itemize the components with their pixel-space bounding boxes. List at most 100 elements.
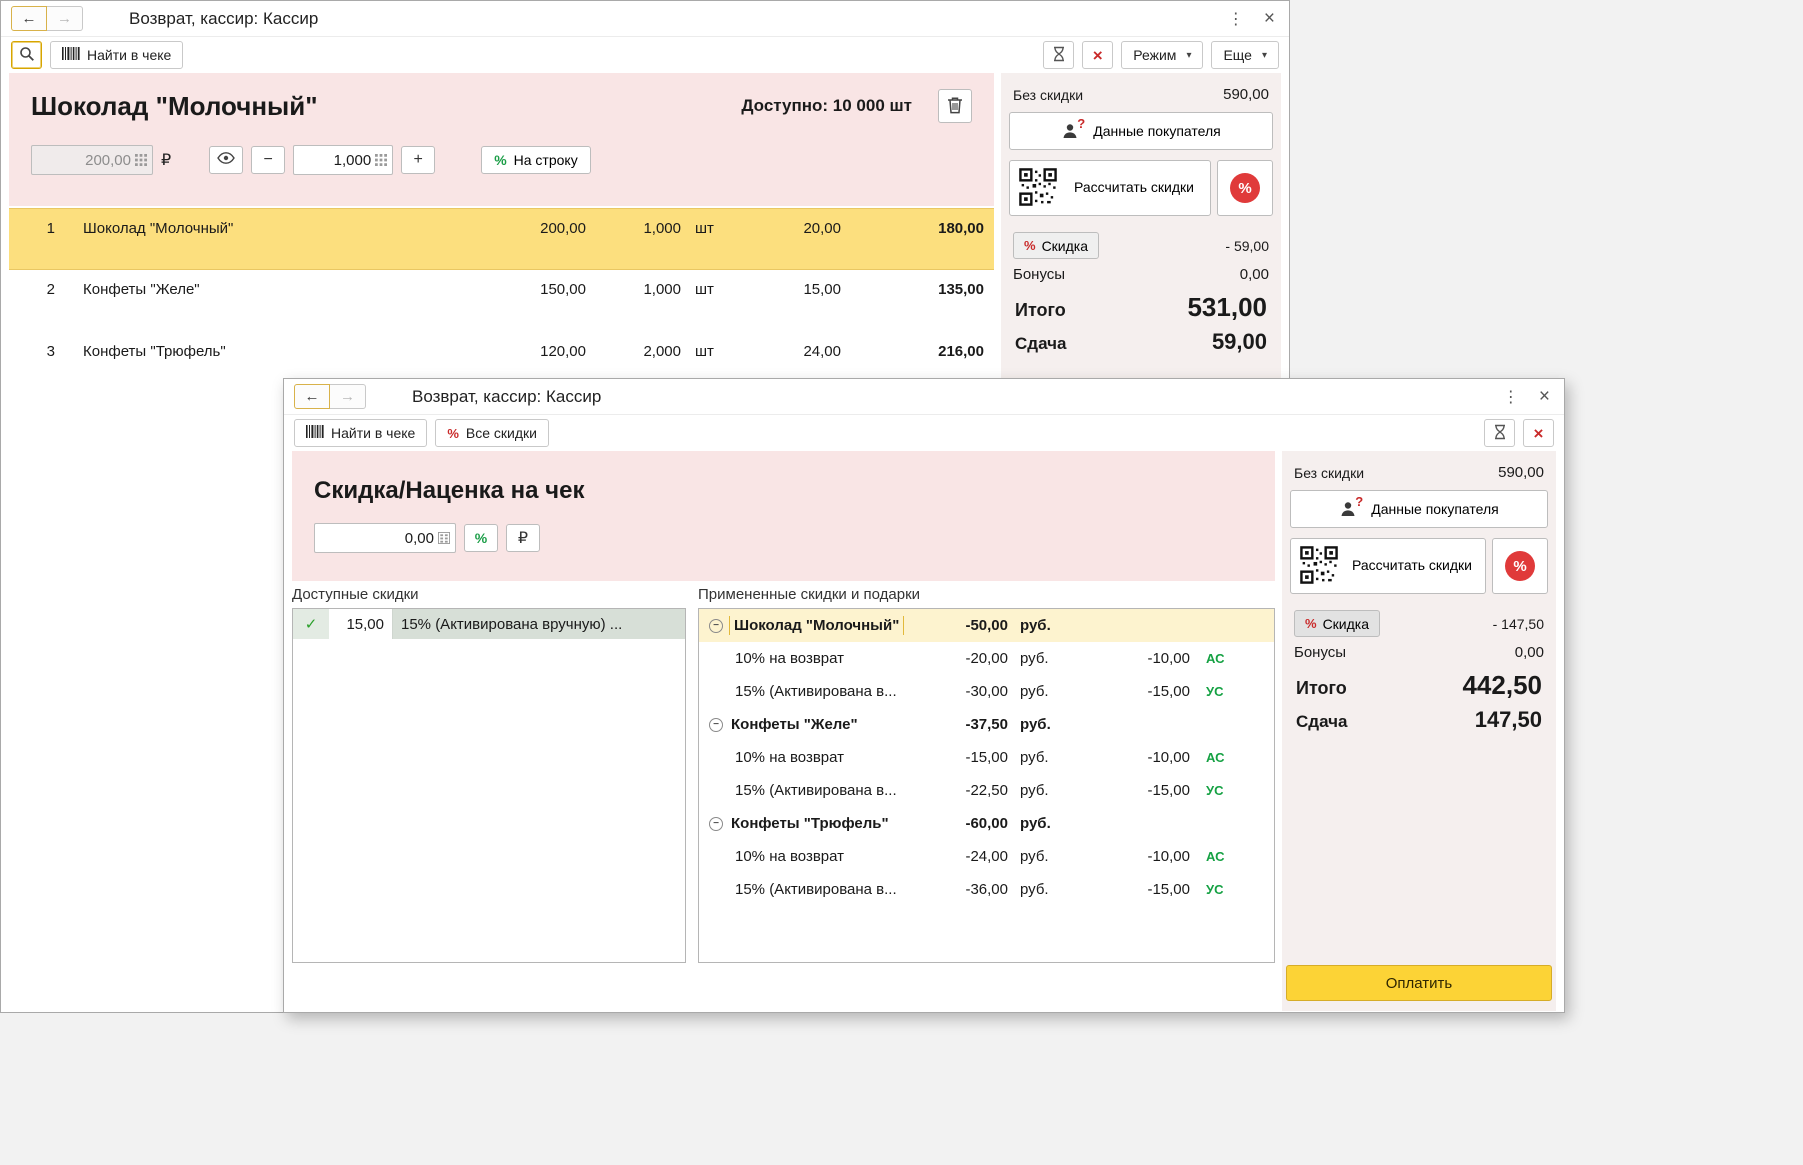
trash-icon	[947, 96, 963, 117]
qty-input[interactable]	[302, 151, 372, 169]
pay-button[interactable]: Оплатить	[1286, 965, 1552, 1001]
window-title: Возврат, кассир: Кассир	[129, 8, 319, 28]
kebab-menu-icon[interactable]: ⋮	[1228, 9, 1244, 29]
product-name: Шоколад "Молочный"	[31, 90, 318, 121]
cancel-button[interactable]: ×	[1082, 41, 1114, 69]
applied-discount-row[interactable]: 15% (Активирована в... -22,50 руб. -15,0…	[699, 774, 1274, 807]
total-value: 531,00	[1187, 292, 1267, 322]
currency-label: ₽	[161, 152, 172, 169]
forward-button[interactable]: →	[47, 6, 83, 31]
delete-line-button[interactable]	[938, 89, 972, 123]
customer-data-button[interactable]: ? Данные покупателя	[1290, 490, 1548, 528]
bonus-value: 0,00	[1239, 266, 1269, 283]
manual-discount-button[interactable]: %	[1217, 160, 1273, 216]
all-discounts-button[interactable]: % Все скидки	[435, 419, 549, 447]
available-discounts-header: Доступные скидки	[292, 586, 419, 603]
chevron-down-icon: ▾	[1261, 49, 1267, 61]
bonus-label: Бонусы	[1013, 266, 1066, 283]
customer-data-button[interactable]: ? Данные покупателя	[1009, 112, 1273, 150]
discount-button[interactable]: % Скидка	[1013, 232, 1100, 259]
applied-discount-row[interactable]: 15% (Активирована в... -36,00 руб. -15,0…	[699, 873, 1274, 906]
ruble-mode-button[interactable]: ₽	[506, 524, 540, 552]
discount-label: Скидка	[1041, 237, 1089, 254]
calculate-discounts-label: Рассчитать скидки	[1073, 179, 1194, 196]
price-input-box	[31, 145, 153, 175]
calculate-discounts-button[interactable]: Рассчитать скидки	[1009, 160, 1211, 216]
all-discounts-label: Все скидки	[465, 425, 537, 441]
applied-group-row[interactable]: − Конфеты "Трюфель" -60,00 руб.	[699, 807, 1274, 840]
change-label: Сдача	[1015, 334, 1067, 353]
window-title: Возврат, кассир: Кассир	[412, 386, 602, 406]
eye-button[interactable]	[209, 146, 244, 174]
barcode-icon	[62, 47, 80, 63]
qr-code-icon	[1299, 544, 1339, 588]
applied-discount-row[interactable]: 15% (Активирована в... -30,00 руб. -15,0…	[699, 675, 1274, 708]
back-arrow-icon: ←	[21, 10, 37, 27]
find-in-receipt-label: Найти в чеке	[87, 47, 172, 63]
back-arrow-icon: ←	[304, 388, 320, 405]
collapse-icon[interactable]: −	[709, 717, 723, 732]
customer-data-label: Данные покупателя	[1093, 123, 1221, 139]
receipt-row[interactable]: 1 Шоколад "Молочный" 200,00 1,000 шт 20,…	[9, 208, 994, 270]
customer-data-label: Данные покупателя	[1371, 501, 1499, 517]
kebab-menu-icon[interactable]: ⋮	[1503, 387, 1519, 407]
hourglass-button[interactable]	[1484, 419, 1515, 447]
calculator-icon[interactable]	[438, 532, 450, 544]
hourglass-button[interactable]	[1043, 41, 1075, 69]
collapse-icon[interactable]: −	[709, 618, 723, 633]
applied-discount-row[interactable]: 10% на возврат -20,00 руб. -10,00 АС	[699, 642, 1274, 675]
calculate-discounts-button[interactable]: Рассчитать скидки	[1290, 538, 1486, 594]
back-button[interactable]: ←	[294, 384, 330, 409]
bonus-row: Бонусы 0,00	[1007, 261, 1275, 288]
find-in-receipt-button[interactable]: Найти в чеке	[294, 419, 428, 447]
change-value: 147,50	[1474, 707, 1542, 732]
keypad-icon[interactable]	[135, 154, 147, 166]
applied-discount-row[interactable]: 10% на возврат -24,00 руб. -10,00 АС	[699, 840, 1274, 873]
applied-discounts-header: Примененные скидки и подарки	[698, 586, 921, 603]
eye-icon	[217, 151, 236, 169]
nav-arrows: ← →	[294, 384, 366, 409]
forward-button[interactable]: →	[330, 384, 366, 409]
applied-discount-row[interactable]: 10% на возврат -15,00 руб. -10,00 АС	[699, 741, 1274, 774]
nav-arrows: ← →	[11, 6, 83, 31]
collapse-icon[interactable]: −	[709, 816, 723, 831]
discount-icon: %	[1305, 616, 1317, 631]
discount-value: - 147,50	[1492, 615, 1544, 632]
hourglass-icon	[1493, 424, 1507, 443]
discount-amount-input[interactable]	[323, 529, 434, 547]
calculate-discounts-label: Рассчитать скидки	[1351, 557, 1472, 574]
discount-button[interactable]: % Скидка	[1294, 610, 1381, 637]
person-icon: ?	[1061, 116, 1085, 140]
discount-row: % Скидка - 59,00	[1009, 232, 1273, 259]
chevron-down-icon: ▾	[1186, 49, 1192, 61]
ruble-icon: ₽	[517, 530, 529, 547]
applied-discounts-list: − Шоколад "Молочный" -50,00 руб. 10% на в…	[698, 608, 1275, 963]
total-label: Итого	[1015, 300, 1066, 320]
price-input[interactable]	[40, 151, 131, 169]
qty-input-box	[293, 145, 394, 175]
forward-arrow-icon: →	[340, 388, 355, 405]
line-discount-button[interactable]: % На строку	[481, 146, 591, 174]
more-dropdown-button[interactable]: Еще ▾	[1211, 41, 1279, 69]
close-icon[interactable]: ×	[1539, 387, 1550, 406]
applied-group-row[interactable]: − Шоколад "Молочный" -50,00 руб.	[699, 609, 1274, 642]
change-row: Сдача 147,50	[1288, 703, 1550, 735]
applied-group-row[interactable]: − Конфеты "Желе" -37,50 руб.	[699, 708, 1274, 741]
change-label: Сдача	[1296, 712, 1348, 731]
percent-mode-button[interactable]: %	[464, 524, 498, 552]
available-discount-row[interactable]: ✓ 15,00 15% (Активирована вручную) ...	[293, 609, 685, 639]
decrease-qty-button[interactable]: −	[251, 146, 286, 174]
mode-dropdown-button[interactable]: Режим ▾	[1121, 41, 1204, 69]
receipt-row[interactable]: 2 Конфеты "Желе" 150,00 1,000 шт 15,00 1…	[9, 270, 994, 332]
increase-qty-button[interactable]: +	[401, 146, 436, 174]
find-in-receipt-button[interactable]: Найти в чеке	[50, 41, 184, 69]
bonus-value: 0,00	[1514, 644, 1544, 661]
back-button[interactable]: ←	[11, 6, 47, 31]
percent-circle-icon: %	[1230, 173, 1260, 203]
keypad-icon[interactable]	[375, 154, 388, 166]
manual-discount-button[interactable]: %	[1492, 538, 1548, 594]
cancel-button[interactable]: ×	[1523, 419, 1554, 447]
search-button[interactable]	[11, 41, 42, 69]
titlebar: ← → Возврат, кассир: Кассир ⋮ ×	[284, 379, 1564, 415]
close-icon[interactable]: ×	[1264, 9, 1275, 28]
